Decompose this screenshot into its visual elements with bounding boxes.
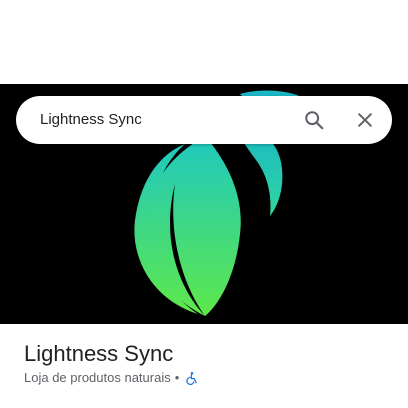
search-input[interactable]: Lightness Sync — [40, 96, 142, 144]
search-bar[interactable]: Lightness Sync — [16, 96, 392, 144]
place-name: Lightness Sync — [24, 341, 174, 366]
place-category: Loja de produtos naturais — [24, 370, 171, 385]
search-icon[interactable] — [298, 104, 330, 136]
place-subtitle: Loja de produtos naturais • — [24, 369, 199, 387]
close-icon[interactable] — [349, 104, 381, 136]
wheelchair-accessible-icon — [185, 371, 199, 385]
separator-dot: • — [174, 370, 180, 385]
place-page: Lightness Sync Lightness Sync Loja de pr… — [0, 0, 408, 408]
